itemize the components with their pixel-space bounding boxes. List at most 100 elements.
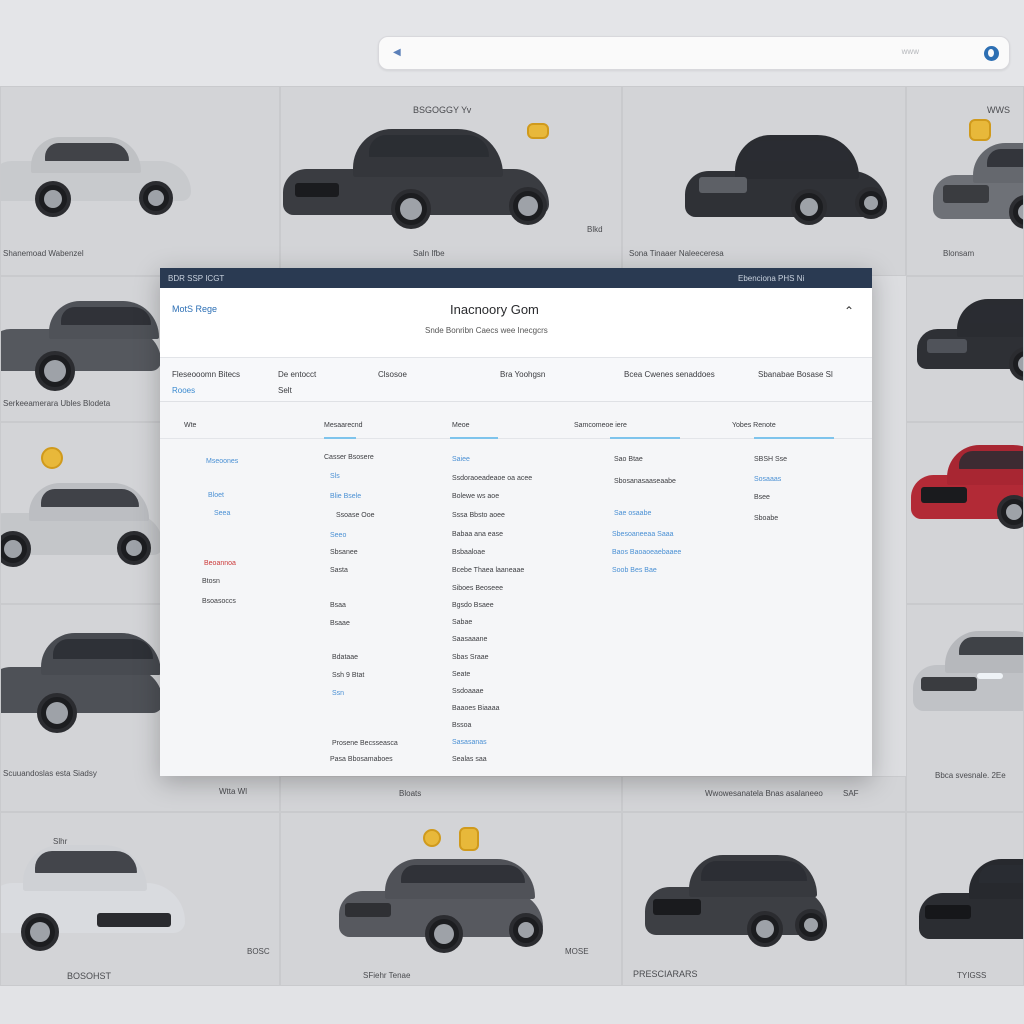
table-cell[interactable]: SBSH Sse: [754, 456, 787, 463]
table-cell[interactable]: Bloet: [208, 492, 224, 499]
table-cell[interactable]: Bsaa: [330, 602, 346, 609]
car-tile[interactable]: Wwowesanatela Bnas asalaneeo SAF: [622, 776, 906, 812]
dialog-subtitle: Snde Bonribn Caecs wee Inecgcrs: [425, 326, 548, 335]
filter-item[interactable]: Fleseooomn Bitecs: [172, 370, 240, 379]
car-tile[interactable]: TYIGSS: [906, 812, 1024, 986]
car-tile[interactable]: Shanemoad Wabenzel: [0, 86, 280, 276]
titlebar-left: BDR SSP ICGT: [168, 274, 225, 283]
table-cell[interactable]: Saasaaane: [452, 636, 487, 643]
table-cell[interactable]: Sbsanee: [330, 549, 358, 556]
filter-bar: Fleseooomn Bitecs Rooes De entocct Selt …: [160, 358, 872, 402]
table-cell[interactable]: Ssoase Ooe: [336, 512, 375, 519]
table-cell[interactable]: Siboes Beoseee: [452, 585, 503, 592]
filter-item[interactable]: Bra Yoohgsn: [500, 370, 545, 379]
table-cell[interactable]: Sbosanasaaseaabe: [614, 478, 676, 485]
tile-mark: MOSE: [565, 947, 589, 956]
tile-mark: Blkd: [587, 225, 603, 234]
car-image-white: [1, 843, 187, 953]
table-cell[interactable]: Sbas Sraae: [452, 654, 489, 661]
filter-item[interactable]: De entocct: [278, 370, 316, 379]
column-header[interactable]: Samcomeoe iere: [574, 422, 627, 429]
car-tile[interactable]: Slhr BOSC BOSOHST: [0, 812, 280, 986]
table-cell[interactable]: Sealas saa: [452, 756, 487, 763]
table-cell[interactable]: Ssdoraoeadeaoe oa acee: [452, 475, 532, 482]
tile-caption: Saln Ifbe: [413, 249, 445, 258]
url-text[interactable]: www: [419, 47, 919, 59]
column-header[interactable]: Yobes Renote: [732, 422, 776, 429]
table-cell[interactable]: Baos Baoaoeaebaaee: [612, 549, 681, 556]
car-image-black-coupe: [919, 857, 1023, 947]
table-cell[interactable]: Saiee: [452, 456, 470, 463]
table-cell[interactable]: Casser Bsosere: [324, 454, 374, 461]
table-cell[interactable]: Pasa Bbosamaboes: [330, 756, 393, 763]
table-cell[interactable]: Btosn: [202, 578, 220, 585]
address-bar[interactable]: ◀ www: [378, 36, 1010, 70]
table-cell[interactable]: Sboabe: [754, 515, 778, 522]
car-image-graphite: [1, 299, 161, 391]
car-tile[interactable]: MOSE SFiehr Tenae: [280, 812, 622, 986]
table-cell[interactable]: Mseoones: [206, 458, 238, 465]
table-cell[interactable]: Seea: [214, 510, 230, 517]
table-cell[interactable]: Sls: [330, 473, 340, 480]
table-cell[interactable]: Bsee: [754, 494, 770, 501]
table-cell[interactable]: Blie Bsele: [330, 493, 361, 500]
car-tile[interactable]: [906, 422, 1024, 604]
table-cell[interactable]: Prosene Becsseasca: [332, 740, 398, 747]
filter-item[interactable]: Clsosoe: [378, 370, 407, 379]
browser-topbar: ◀ www: [0, 0, 1024, 86]
car-tile[interactable]: Bbca svesnale. 2Ee: [906, 604, 1024, 812]
table-cell[interactable]: Ssdoaaae: [452, 688, 484, 695]
column-header[interactable]: Mesaarecnd: [324, 422, 363, 429]
filter-sub[interactable]: Selt: [278, 386, 292, 395]
inventory-dialog[interactable]: BDR SSP ICGT Ebenciona PHS Ni MotS Rege …: [160, 268, 872, 776]
chevron-up-icon[interactable]: ⌃: [844, 304, 854, 318]
table-cell[interactable]: Soob Bes Bae: [612, 567, 657, 574]
table-cell[interactable]: Sasta: [330, 567, 348, 574]
navigate-icon[interactable]: ◀: [393, 47, 405, 59]
table-cell[interactable]: Sssa Bbsto aoee: [452, 512, 505, 519]
car-tile[interactable]: [906, 276, 1024, 422]
table-cell[interactable]: Sae osaabe: [614, 510, 651, 517]
table-cell[interactable]: Baaoes Biaaaa: [452, 705, 499, 712]
car-image-red: [911, 443, 1023, 533]
table-cell[interactable]: Bgsdo Bsaee: [452, 602, 494, 609]
filter-sub[interactable]: Rooes: [172, 386, 195, 395]
column-underline: [754, 437, 834, 439]
table-cell[interactable]: Sosaaas: [754, 476, 781, 483]
column-header[interactable]: Meoe: [452, 422, 470, 429]
tile-mark: SAF: [843, 789, 859, 798]
table-cell[interactable]: Ssh 9 Btat: [332, 672, 364, 679]
table-cell[interactable]: Beoannoa: [204, 560, 236, 567]
table-cell[interactable]: Bdataae: [332, 654, 358, 661]
car-tile[interactable]: BSGOGGY Yv Blkd Saln Ifbe: [280, 86, 622, 276]
filter-item[interactable]: Sbanabae Bosase Sl: [758, 370, 833, 379]
table-cell[interactable]: Bssoa: [452, 722, 471, 729]
table-cell[interactable]: Seeo: [330, 532, 346, 539]
car-tile[interactable]: Bloats: [280, 776, 622, 812]
table-cell[interactable]: Sabae: [452, 619, 472, 626]
tile-caption: Bbca svesnale. 2Ee: [935, 771, 1006, 780]
tile-caption: Serkeeamerara Ubles Blodeta: [3, 399, 111, 408]
table-cell[interactable]: Sbesoaneeaa Saaa: [612, 531, 674, 538]
table-cell[interactable]: Babaa ana ease: [452, 531, 503, 538]
table-cell[interactable]: Bcebe Thaea laaneaae: [452, 567, 524, 574]
column-header[interactable]: Wte: [184, 422, 196, 429]
car-tile[interactable]: WWS Blonsam: [906, 86, 1024, 276]
tile-caption: Blonsam: [943, 249, 975, 258]
filter-item[interactable]: Bcea Cwenes senaddoes: [624, 370, 715, 379]
car-tile[interactable]: Sona Tinaaer Naleeceresa: [622, 86, 906, 276]
table-cell[interactable]: Bsoasoccs: [202, 598, 236, 605]
table-cell[interactable]: Bolewe ws aoe: [452, 493, 499, 500]
table-cell[interactable]: Seate: [452, 671, 470, 678]
table-cell[interactable]: Ssn: [332, 690, 344, 697]
column-underline: [610, 437, 680, 439]
brand-logo[interactable]: MotS Rege: [172, 304, 217, 314]
table-cell[interactable]: Bsbaaloae: [452, 549, 485, 556]
table-cell[interactable]: Sao Btae: [614, 456, 643, 463]
rating-badge-icon: [423, 829, 441, 847]
globe-icon[interactable]: [984, 46, 999, 61]
table-cell[interactable]: Sasasanas: [452, 739, 487, 746]
tile-caption: Wwowesanatela Bnas asalaneeo: [705, 789, 823, 798]
table-cell[interactable]: Bsaae: [330, 620, 350, 627]
car-tile[interactable]: PRESCIARARS: [622, 812, 906, 986]
